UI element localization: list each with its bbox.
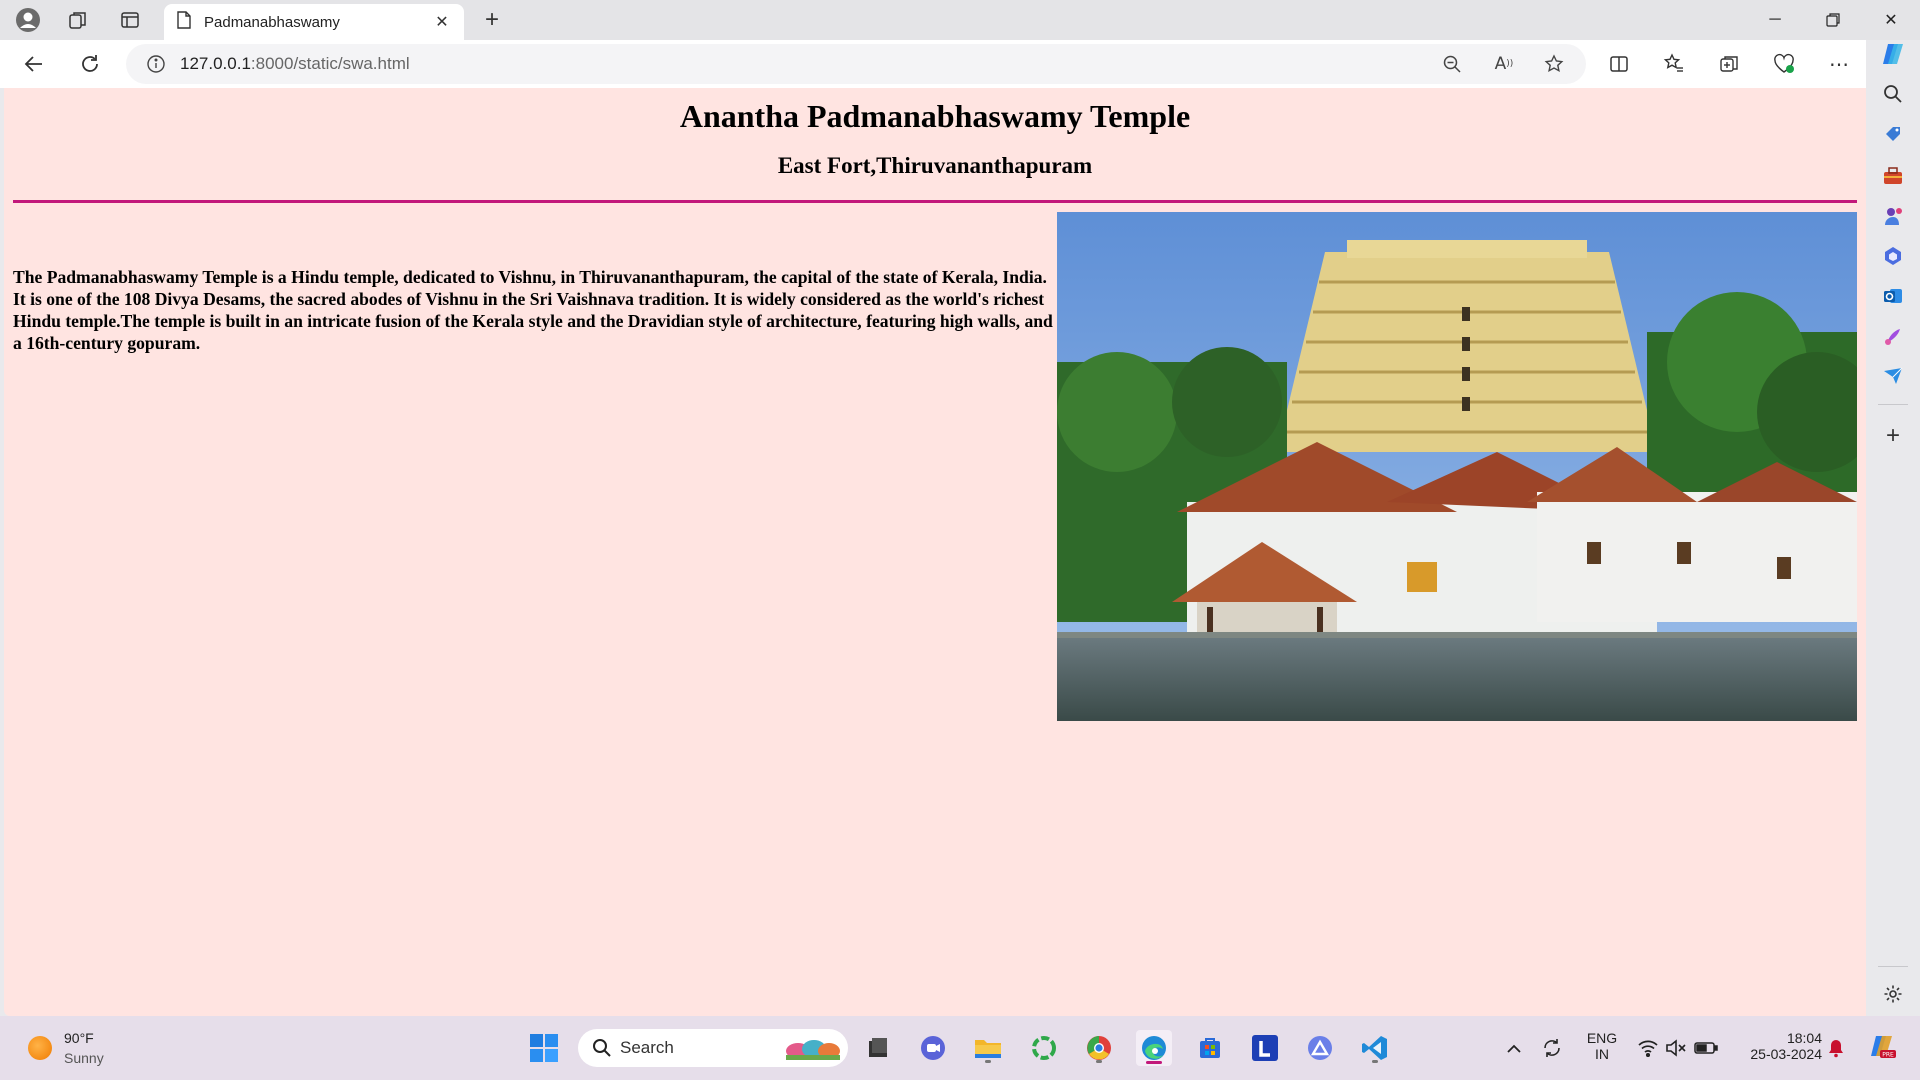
url-host: 127.0.0.1 [180,54,251,73]
temple-photo [1057,212,1857,721]
clock-time: 18:04 [1786,1030,1822,1046]
search-label: Search [620,1038,674,1057]
refresh-icon[interactable] [74,48,106,80]
m365-icon[interactable] [1879,242,1907,270]
edge-sidebar: + [1866,40,1920,1016]
favorite-star-icon[interactable] [1542,52,1566,76]
page-viewport: Anantha Padmanabhaswamy Temple East Fort… [4,88,1866,1016]
chrome-icon[interactable] [1081,1030,1117,1066]
workspaces-icon[interactable] [64,6,92,34]
language-code: ENG [1586,1030,1618,1046]
new-tab-button[interactable]: + [478,6,506,34]
settings-icon[interactable] [1879,980,1907,1008]
collections-icon[interactable] [1713,48,1745,80]
running-indicator [985,1060,991,1063]
read-aloud-icon[interactable]: A)) [1492,52,1516,76]
browser-titlebar: Padmanabhaswamy ✕ + ─ ✕ [0,0,1920,40]
file-explorer-icon[interactable] [860,1030,896,1066]
triangle-app-icon[interactable] [1302,1030,1338,1066]
vertical-tabs-icon[interactable] [116,6,144,34]
temple-description: The Padmanabhaswamy Temple is a Hindu te… [13,267,1053,353]
split-screen-icon[interactable] [1603,48,1635,80]
l-app-icon[interactable] [1247,1030,1283,1066]
site-info-icon[interactable] [144,52,168,76]
shopping-tag-icon[interactable] [1879,120,1907,148]
edge-icon[interactable] [1136,1030,1172,1066]
taskbar-search[interactable]: Search [578,1029,848,1067]
weather-condition[interactable]: Sunny [64,1050,104,1066]
sidebar-separator [1878,404,1908,405]
running-indicator [1096,1060,1102,1063]
minimize-icon[interactable]: ─ [1758,6,1792,34]
back-icon[interactable] [18,48,50,80]
search-icon[interactable] [1879,80,1907,108]
designer-icon[interactable] [1879,322,1907,350]
start-icon[interactable] [526,1030,562,1066]
profile-icon[interactable] [14,6,42,34]
weather-temp[interactable]: 90°F [64,1030,94,1046]
close-tab-icon[interactable]: ✕ [432,12,452,32]
volume-mute-icon[interactable] [1664,1036,1688,1060]
close-window-icon[interactable]: ✕ [1874,6,1908,34]
tab-title: Padmanabhaswamy [204,13,340,31]
outlook-icon[interactable] [1879,282,1907,310]
url-path: :8000/static/swa.html [250,54,410,73]
zoom-out-icon[interactable] [1440,52,1464,76]
svg-text:PRE: PRE [1882,1052,1894,1059]
url-text[interactable]: 127.0.0.1:8000/static/swa.html [180,54,410,74]
battery-icon[interactable] [1694,1036,1718,1060]
send-icon[interactable] [1879,362,1907,390]
horizontal-rule [13,200,1857,203]
toolbox-icon[interactable] [1879,162,1907,190]
region-code: IN [1595,1046,1609,1062]
copilot-icon[interactable] [1879,40,1907,68]
sidebar-separator [1878,966,1908,967]
clock[interactable]: 18:04 25-03-2024 [1730,1030,1822,1062]
tab-padmanabhaswamy[interactable]: Padmanabhaswamy ✕ [164,4,464,40]
vscode-icon[interactable] [1357,1030,1393,1066]
search-icon [592,1038,612,1063]
browser-toolbar: 127.0.0.1:8000/static/swa.html A)) ⋯ [0,40,1920,88]
notification-bell-icon[interactable] [1824,1036,1848,1060]
page-title: Anantha Padmanabhaswamy Temple [679,98,1191,134]
add-icon[interactable]: + [1879,422,1907,450]
wifi-icon[interactable] [1636,1036,1660,1060]
more-options-icon[interactable]: ⋯ [1823,48,1855,80]
folder-icon[interactable] [970,1030,1006,1066]
restore-icon[interactable] [1816,6,1850,34]
teams-icon[interactable] [915,1030,951,1066]
running-indicator [1372,1060,1378,1063]
sun-icon[interactable] [28,1036,52,1060]
chevron-up-icon[interactable] [1502,1036,1526,1060]
page-icon [176,10,192,34]
sync-icon[interactable] [1540,1036,1564,1060]
copilot-preview-icon[interactable]: PRE [1868,1032,1898,1062]
ring-app-icon[interactable] [1026,1030,1062,1066]
browser-essentials-icon[interactable] [1768,48,1800,80]
clock-date: 25-03-2024 [1750,1046,1822,1062]
store-icon[interactable] [1192,1030,1228,1066]
language-indicator[interactable]: ENG IN [1582,1030,1622,1062]
page-subtitle: East Fort,Thiruvananthapuram [777,153,1093,178]
active-indicator [1146,1061,1162,1064]
games-icon[interactable] [1879,202,1907,230]
search-highlight-icon [786,1040,840,1060]
address-bar[interactable]: 127.0.0.1:8000/static/swa.html A)) [126,44,1586,84]
windows-taskbar: 90°F Sunny Search ENG IN 18:04 25-03-202… [0,1016,1920,1080]
favorites-icon[interactable] [1658,48,1690,80]
